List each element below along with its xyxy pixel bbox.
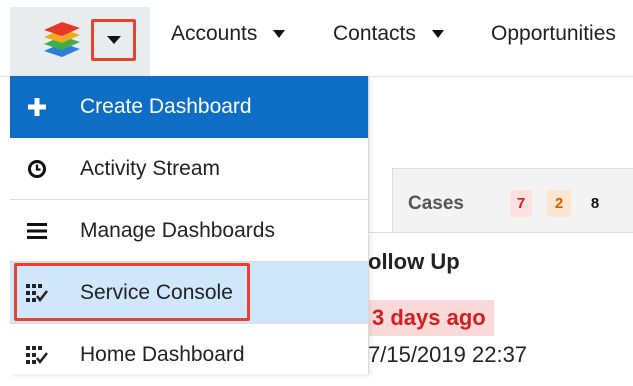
menu-item-home-dashboard[interactable]: Home Dashboard xyxy=(10,324,368,386)
nav-tab-label: Accounts xyxy=(171,22,258,45)
plus-icon xyxy=(26,96,48,118)
logo-menu-toggle-button[interactable] xyxy=(91,19,136,61)
cases-tab-label: Cases xyxy=(408,193,464,214)
status-badge-orange: 2 xyxy=(547,190,571,217)
status-badge-red: 7 xyxy=(510,190,532,217)
follow-up-date: 7/15/2019 22:37 xyxy=(368,342,528,367)
logo-menu-area xyxy=(10,7,150,76)
list-icon xyxy=(26,220,48,242)
follow-up-column-header[interactable]: ollow Up xyxy=(368,249,460,275)
menu-item-label: Activity Stream xyxy=(80,156,221,180)
clock-icon xyxy=(26,158,48,180)
caret-down-icon xyxy=(106,36,121,44)
menu-item-label: Home Dashboard xyxy=(80,343,245,366)
nav-tab-opportunities[interactable]: Opportunities xyxy=(491,22,616,46)
nav-tab-accounts[interactable]: Accounts xyxy=(171,22,286,46)
nav-tab-label: Contacts xyxy=(333,22,416,45)
dashboard-dropdown-menu: Create Dashboard Activity Stream Manage … xyxy=(10,76,369,374)
top-navigation-bar: Accounts Contacts Opportunities xyxy=(0,0,633,77)
nav-tab-contacts[interactable]: Contacts xyxy=(333,22,444,46)
menu-item-label: Manage Dashboards xyxy=(80,218,275,242)
annotation-highlight-box xyxy=(14,263,250,321)
status-badge-plain: 8 xyxy=(590,195,600,212)
menu-item-manage-dashboards[interactable]: Manage Dashboards xyxy=(10,200,368,262)
overdue-badge: 3 days ago xyxy=(368,300,494,336)
sugar-cube-logo-icon[interactable] xyxy=(40,19,84,59)
nav-tab-label: Opportunities xyxy=(491,22,616,45)
dashboard-check-icon xyxy=(26,344,48,366)
menu-item-create-dashboard[interactable]: Create Dashboard xyxy=(10,76,368,138)
caret-down-icon[interactable] xyxy=(431,30,444,38)
menu-item-label: Create Dashboard xyxy=(80,95,252,118)
caret-down-icon[interactable] xyxy=(273,30,286,38)
menu-item-activity-stream[interactable]: Activity Stream xyxy=(10,138,368,200)
